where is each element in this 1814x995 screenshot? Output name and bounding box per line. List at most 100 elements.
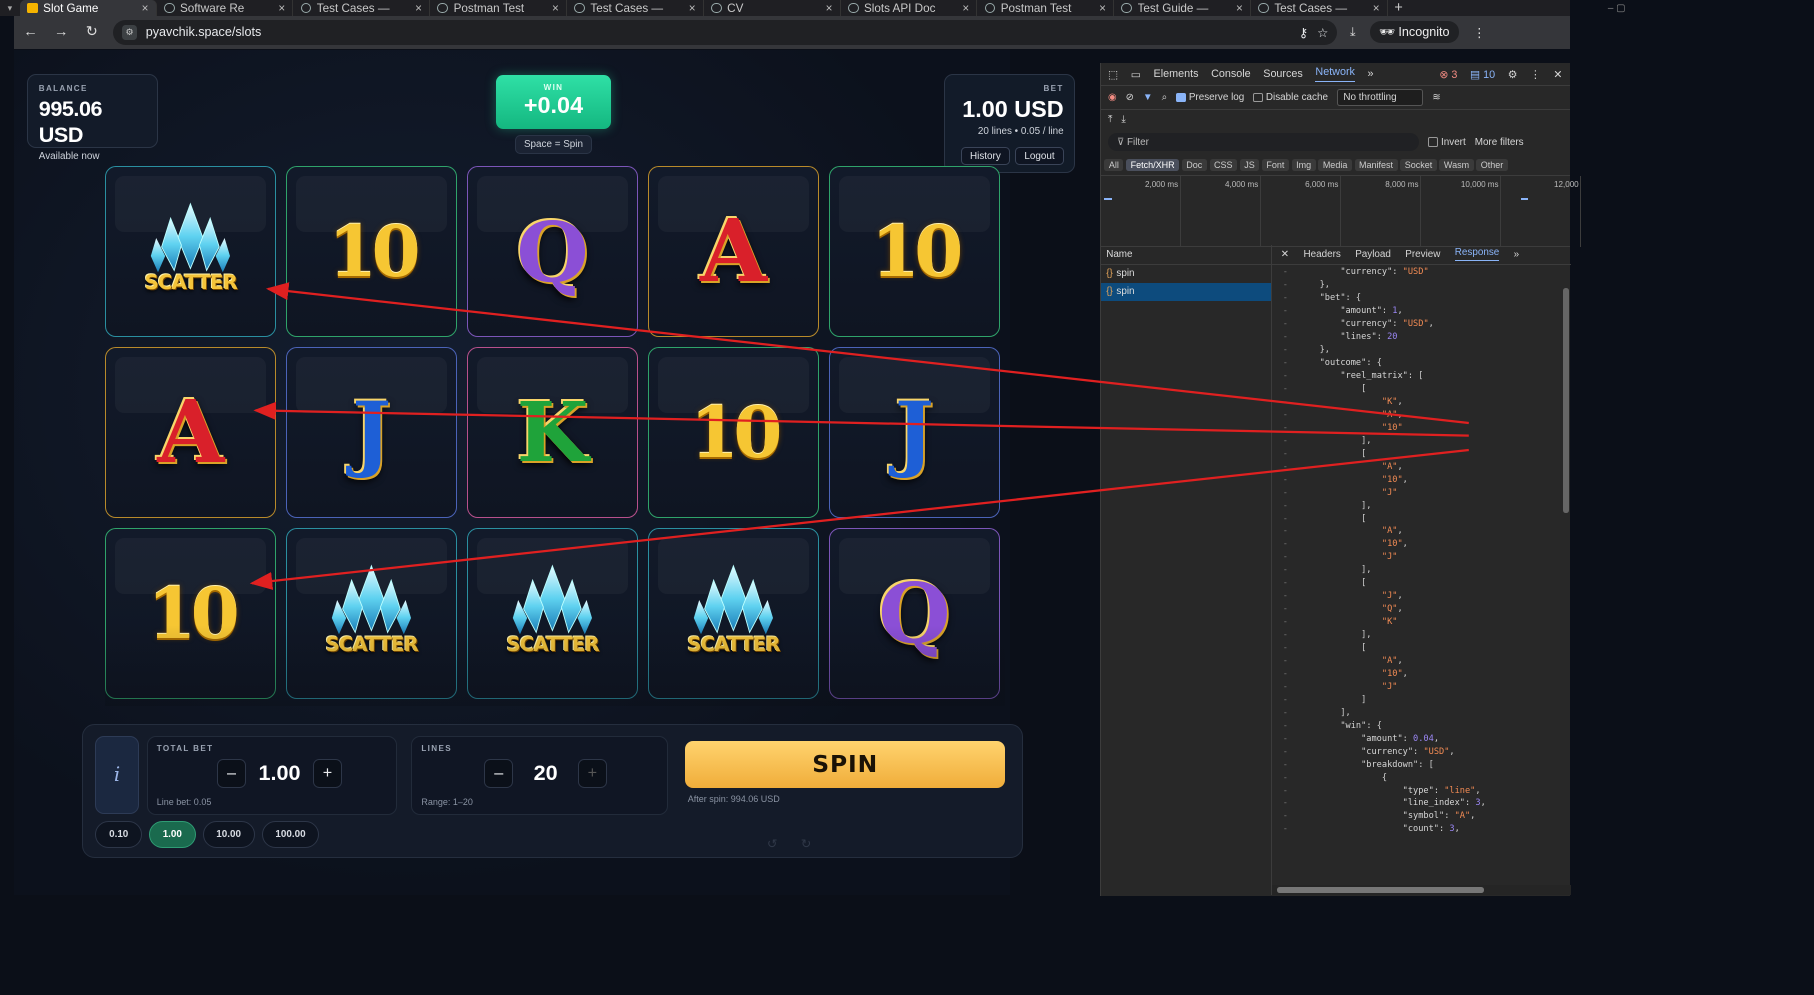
spin-button[interactable]: SPIN: [684, 740, 1006, 788]
browser-tab[interactable]: Test Cases — ×: [567, 0, 704, 17]
wifi-icon[interactable]: ≋: [1432, 92, 1440, 103]
detail-tab-payload[interactable]: Payload: [1355, 249, 1391, 260]
message-count[interactable]: ▤ 10: [1470, 68, 1495, 81]
devtools-tab-console[interactable]: Console: [1211, 68, 1251, 80]
info-button[interactable]: i: [95, 736, 139, 814]
star-icon[interactable]: ☆: [1317, 25, 1328, 40]
type-filter-chip[interactable]: Font: [1261, 159, 1289, 171]
settings-icon[interactable]: ⚙: [1508, 68, 1518, 81]
type-filter-chip[interactable]: Socket: [1400, 159, 1437, 171]
forward-icon[interactable]: →: [52, 24, 70, 40]
tab-close-icon[interactable]: ×: [142, 2, 149, 15]
line-gutter: -: [1282, 785, 1288, 796]
response-line-text: "K": [1381, 617, 1398, 628]
browser-tab[interactable]: Test Cases — ×: [293, 0, 431, 17]
tab-close-icon[interactable]: ×: [962, 2, 969, 15]
address-bar[interactable]: ⚙ pyavchik.space/slots ⚷ ☆: [113, 19, 1338, 45]
vertical-scrollbar[interactable]: [1563, 287, 1569, 513]
type-filter-chip[interactable]: Img: [1291, 159, 1316, 171]
browser-tab[interactable]: Postman Test ×: [430, 0, 567, 17]
bet-chip[interactable]: 1.00: [149, 820, 196, 848]
type-filter-chip[interactable]: CSS: [1209, 159, 1238, 171]
browser-tab[interactable]: Slots API Doc ×: [841, 0, 978, 17]
tab-close-icon[interactable]: ×: [1236, 2, 1243, 15]
type-filter-chip[interactable]: Manifest: [1354, 159, 1398, 171]
devtools-tab-network[interactable]: Network: [1315, 66, 1355, 83]
history-button[interactable]: History: [960, 146, 1010, 166]
type-filter-chip[interactable]: Media: [1318, 159, 1352, 171]
network-timeline[interactable]: 2,000 ms 4,000 ms 6,000 ms 8,000 ms 10,000 m…: [1100, 176, 1582, 247]
close-details-icon[interactable]: ✕: [1281, 249, 1289, 260]
browser-tab[interactable]: Slot Game ×: [19, 0, 157, 17]
bet-decrease-button[interactable]: –: [217, 758, 246, 788]
lines-decrease-button[interactable]: –: [484, 758, 514, 788]
disable-cache-checkbox[interactable]: Disable cache: [1253, 92, 1328, 103]
menu-icon[interactable]: ⋮: [1473, 25, 1486, 40]
filter-input[interactable]: ⊽ Filter: [1107, 133, 1420, 152]
more-tabs-icon[interactable]: »: [1368, 68, 1374, 80]
tab-close-icon[interactable]: ×: [1099, 2, 1106, 15]
type-filter-chip[interactable]: Wasm: [1439, 159, 1474, 171]
detail-tab-headers[interactable]: Headers: [1303, 249, 1340, 260]
detail-tab-preview[interactable]: Preview: [1405, 249, 1440, 260]
type-filter-chip[interactable]: All: [1104, 159, 1124, 171]
bet-chip[interactable]: 100.00: [261, 820, 320, 848]
record-icon[interactable]: ◉: [1108, 92, 1117, 103]
reload-icon[interactable]: ↻: [83, 24, 101, 40]
error-count[interactable]: ⊗ 3: [1439, 68, 1457, 81]
upload-icon[interactable]: ⤒: [1108, 114, 1112, 125]
browser-tab[interactable]: Test Guide — ×: [1114, 0, 1251, 17]
tab-close-icon[interactable]: ×: [1373, 2, 1380, 15]
download-har-icon[interactable]: ⤓: [1121, 114, 1125, 125]
tab-close-icon[interactable]: ×: [826, 2, 833, 15]
detail-tab-response[interactable]: Response: [1454, 247, 1500, 262]
symbol-j: J: [352, 383, 392, 482]
clear-icon[interactable]: ⊘: [1126, 92, 1134, 103]
tab-close-icon[interactable]: ×: [278, 2, 285, 15]
tab-close-icon[interactable]: ×: [689, 2, 696, 15]
incognito-badge[interactable]: 🕶 Incognito: [1369, 21, 1459, 44]
type-filter-chip[interactable]: Fetch/XHR: [1126, 159, 1180, 171]
browser-tab[interactable]: CV ×: [704, 0, 841, 17]
more-detail-tabs-icon[interactable]: »: [1514, 249, 1520, 260]
request-row[interactable]: {} spin: [1101, 265, 1271, 283]
filter-icon[interactable]: ▼: [1143, 92, 1153, 103]
throttling-select[interactable]: No throttling: [1336, 89, 1424, 106]
site-info-icon[interactable]: ⚙: [122, 25, 137, 40]
type-filter-chip[interactable]: Doc: [1181, 159, 1207, 171]
back-icon[interactable]: ←: [22, 24, 40, 40]
preserve-log-checkbox[interactable]: Preserve log: [1176, 92, 1244, 103]
browser-tab[interactable]: Postman Test ×: [977, 0, 1115, 17]
type-filter-chip[interactable]: JS: [1239, 159, 1260, 171]
tab-close-icon[interactable]: ×: [415, 2, 422, 15]
timeline-label: 6,000 ms: [1305, 179, 1339, 189]
key-icon[interactable]: ⚷: [1299, 25, 1308, 40]
bet-chip[interactable]: 0.10: [95, 820, 142, 848]
tab-close-icon[interactable]: ×: [552, 2, 559, 15]
logout-button[interactable]: Logout: [1015, 146, 1064, 166]
devtools-tab-elements[interactable]: Elements: [1154, 68, 1199, 80]
horizontal-scrollbar[interactable]: [1271, 884, 1571, 896]
type-filter-chip[interactable]: Other: [1476, 159, 1508, 171]
line-gutter: -: [1282, 383, 1288, 394]
tab-search-chevron-icon[interactable]: ▾: [0, 0, 20, 16]
inspect-icon[interactable]: ⬚: [1108, 68, 1118, 81]
devtools-tab-sources[interactable]: Sources: [1263, 68, 1303, 80]
new-tab-button[interactable]: +: [1388, 0, 1410, 16]
response-line-text: "bet": {: [1319, 293, 1362, 304]
bet-chip[interactable]: 10.00: [202, 820, 255, 848]
more-filters-button[interactable]: More filters: [1475, 137, 1524, 148]
window-controls[interactable]: – ▢: [1570, 0, 1633, 16]
close-devtools-icon[interactable]: ✕: [1553, 68, 1569, 81]
browser-tab[interactable]: Software Re ×: [157, 0, 294, 17]
bet-increase-button[interactable]: +: [313, 758, 342, 788]
kebab-icon[interactable]: ⋮: [1530, 68, 1541, 81]
search-icon[interactable]: ⌕: [1162, 92, 1168, 103]
name-column-header[interactable]: Name: [1100, 245, 1271, 265]
lines-increase-button[interactable]: +: [577, 758, 607, 788]
device-toolbar-icon[interactable]: ▭: [1131, 68, 1141, 81]
invert-checkbox[interactable]: Invert: [1428, 137, 1466, 148]
download-icon[interactable]: ⤓: [1350, 25, 1356, 40]
request-row[interactable]: {} spin: [1100, 282, 1271, 301]
browser-tab[interactable]: Test Cases — ×: [1251, 0, 1388, 17]
